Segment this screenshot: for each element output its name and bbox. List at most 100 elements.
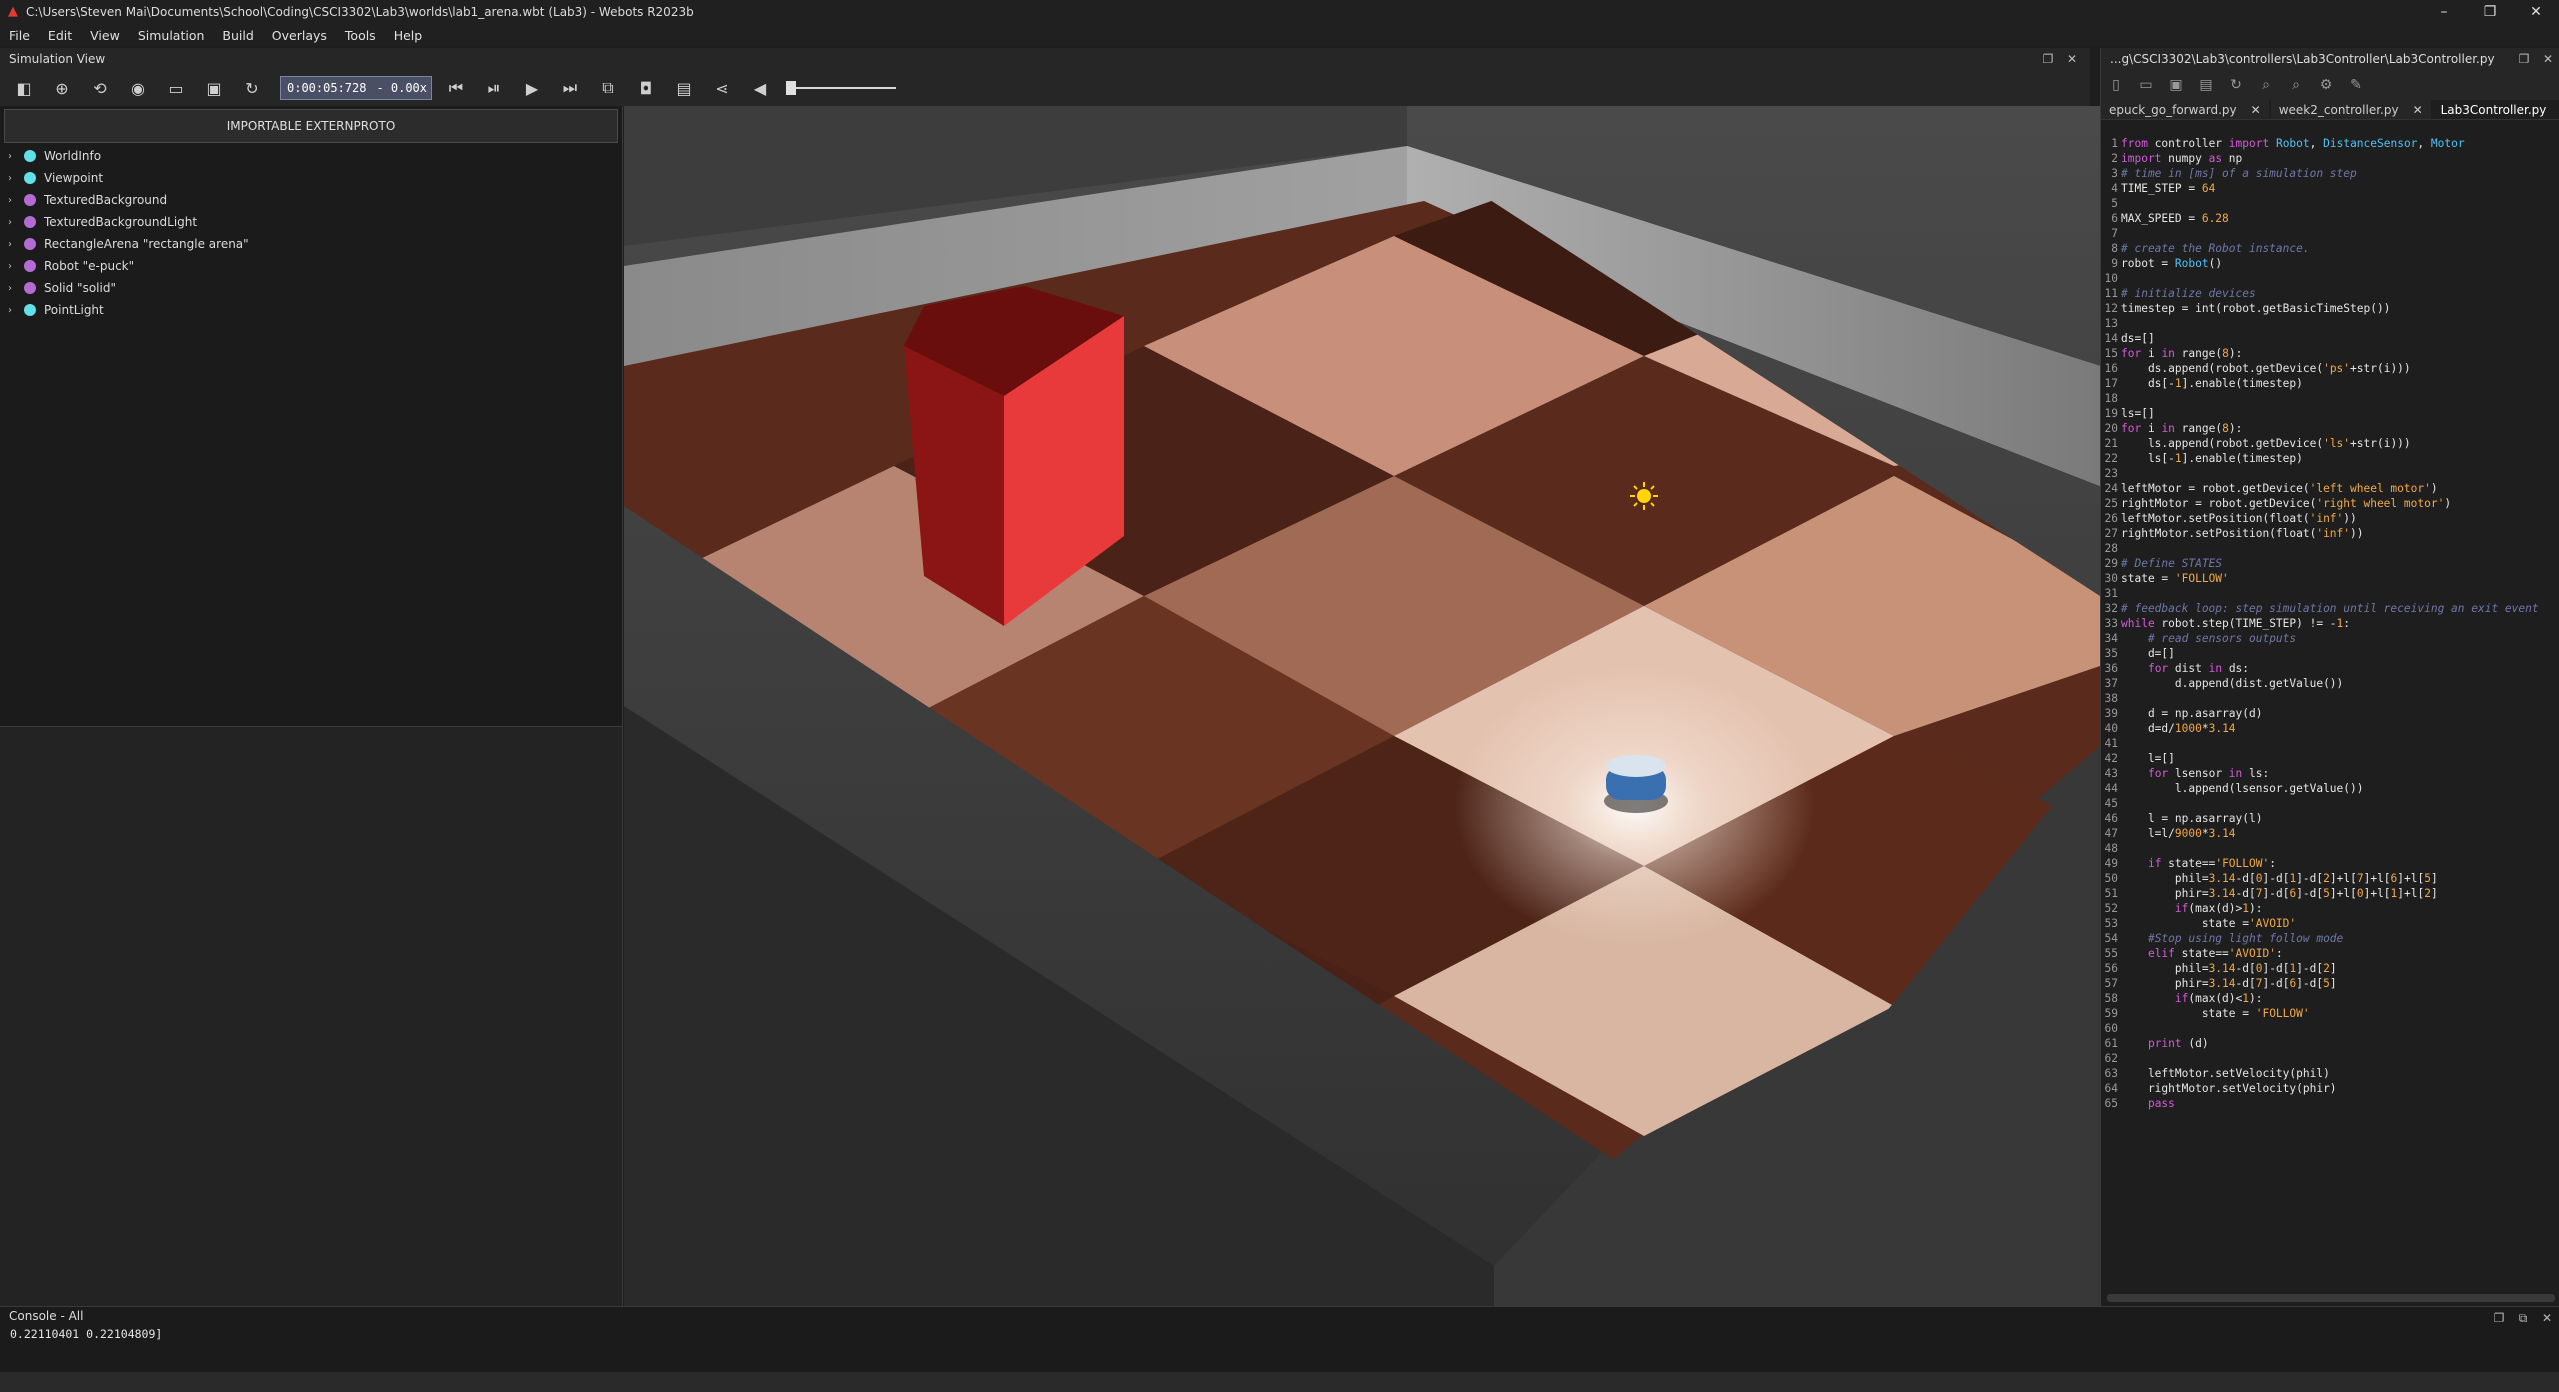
tree-node[interactable]: › TexturedBackground [0, 189, 622, 211]
expand-arrow-icon[interactable]: › [8, 173, 20, 184]
code-line[interactable]: 46 l = np.asarray(l) [2101, 811, 2559, 826]
expand-arrow-icon[interactable]: › [8, 151, 20, 162]
code-line[interactable]: 23 [2101, 466, 2559, 481]
code-line[interactable]: 14 ds=[] [2101, 331, 2559, 346]
rendering-toggle-icon[interactable]: ⧉ [594, 75, 622, 101]
sound-mute-icon[interactable]: ◀ [746, 75, 774, 101]
share-icon[interactable]: ⋖ [708, 75, 736, 101]
code-line[interactable]: 63 leftMotor.setVelocity(phil) [2101, 1066, 2559, 1081]
reset-simulation-icon[interactable]: ⏮ [442, 75, 470, 101]
volume-slider-handle[interactable] [786, 81, 796, 95]
point-light-icon[interactable] [1630, 482, 1658, 510]
step-icon[interactable]: ⏯ [480, 75, 508, 101]
close-panel-icon[interactable]: ✕ [2536, 52, 2559, 66]
code-area[interactable]: 1 from controller import Robot, DistanceS… [2101, 136, 2559, 1286]
menu-build[interactable]: Build [213, 28, 262, 43]
undock-icon[interactable]: ❐ [2487, 1311, 2511, 1325]
code-line[interactable]: 35 d=[] [2101, 646, 2559, 661]
code-line[interactable]: 13 [2101, 316, 2559, 331]
menu-simulation[interactable]: Simulation [129, 28, 214, 43]
code-line[interactable]: 27 rightMotor.setPosition(float('inf')) [2101, 526, 2559, 541]
code-line[interactable]: 60 [2101, 1021, 2559, 1036]
code-line[interactable]: 12 timestep = int(robot.getBasicTimeStep(… [2101, 301, 2559, 316]
code-line[interactable]: 15 for i in range(8): [2101, 346, 2559, 361]
code-line[interactable]: 16 ds.append(robot.getDevice('ps'+str(i)… [2101, 361, 2559, 376]
3d-viewport[interactable] [624, 106, 2100, 1306]
code-line[interactable]: 41 [2101, 736, 2559, 751]
code-line[interactable]: 4 TIME_STEP = 64 [2101, 181, 2559, 196]
code-line[interactable]: 26 leftMotor.setPosition(float('inf')) [2101, 511, 2559, 526]
menu-overlays[interactable]: Overlays [263, 28, 336, 43]
undock-icon[interactable]: ❐ [2512, 52, 2536, 66]
importable-externproto-button[interactable]: IMPORTABLE EXTERNPROTO [4, 109, 618, 143]
code-line[interactable]: 30 state = 'FOLLOW' [2101, 571, 2559, 586]
new-file-icon[interactable]: ▯ [2101, 77, 2131, 93]
build-icon[interactable]: ⚙ [2311, 77, 2341, 93]
save-file-icon[interactable]: ▣ [2161, 77, 2191, 93]
tree-node[interactable]: › Solid "solid" [0, 277, 622, 299]
code-line[interactable]: 45 [2101, 796, 2559, 811]
add-node-icon[interactable]: ⊕ [48, 75, 76, 101]
code-line[interactable]: 18 [2101, 391, 2559, 406]
clean-icon[interactable]: ✎ [2341, 77, 2371, 93]
open-world-icon[interactable]: ▭ [162, 75, 190, 101]
code-line[interactable]: 50 phil=3.14-d[0]-d[1]-d[2]+l[7]+l[6]+l[… [2101, 871, 2559, 886]
code-line[interactable]: 5 [2101, 196, 2559, 211]
tab-lab3-controller[interactable]: Lab3Controller.py✕ [2432, 100, 2559, 119]
e-puck-robot[interactable] [1604, 755, 1668, 813]
code-line[interactable]: 19 ls=[] [2101, 406, 2559, 421]
code-line[interactable]: 21 ls.append(robot.getDevice('ls'+str(i)… [2101, 436, 2559, 451]
replace-icon[interactable]: ⌕ [2281, 77, 2311, 93]
code-line[interactable]: 6 MAX_SPEED = 6.28 [2101, 211, 2559, 226]
code-line[interactable]: 28 [2101, 541, 2559, 556]
code-line[interactable]: 10 [2101, 271, 2559, 286]
code-line[interactable]: 8 # create the Robot instance. [2101, 241, 2559, 256]
code-line[interactable]: 17 ds[-1].enable(timestep) [2101, 376, 2559, 391]
code-line[interactable]: 3 # time in [ms] of a simulation step [2101, 166, 2559, 181]
fast-forward-icon[interactable]: ⏭ [556, 75, 584, 101]
code-line[interactable]: 9 robot = Robot() [2101, 256, 2559, 271]
save-as-icon[interactable]: ▤ [2191, 77, 2221, 93]
record-movie-icon[interactable]: ▤ [670, 75, 698, 101]
tree-node[interactable]: › Viewpoint [0, 167, 622, 189]
expand-arrow-icon[interactable]: › [8, 239, 20, 250]
menu-help[interactable]: Help [385, 28, 432, 43]
code-line[interactable]: 25 rightMotor = robot.getDevice('right wh… [2101, 496, 2559, 511]
screenshot-camera-icon[interactable]: ◘ [632, 75, 660, 101]
minimize-button[interactable]: – [2421, 0, 2467, 24]
tree-node[interactable]: › RectangleArena "rectangle arena" [0, 233, 622, 255]
code-line[interactable]: 43 for lsensor in ls: [2101, 766, 2559, 781]
code-line[interactable]: 62 [2101, 1051, 2559, 1066]
code-line[interactable]: 2 import numpy as np [2101, 151, 2559, 166]
menu-view[interactable]: View [81, 28, 129, 43]
code-line[interactable]: 32 # feedback loop: step simulation until… [2101, 601, 2559, 616]
code-line[interactable]: 61 print (d) [2101, 1036, 2559, 1051]
code-line[interactable]: 20 for i in range(8): [2101, 421, 2559, 436]
close-button[interactable]: ✕ [2513, 0, 2559, 24]
code-line[interactable]: 7 [2101, 226, 2559, 241]
code-line[interactable]: 59 state = 'FOLLOW' [2101, 1006, 2559, 1021]
code-line[interactable]: 33 while robot.step(TIME_STEP) != -1: [2101, 616, 2559, 631]
code-line[interactable]: 37 d.append(dist.getValue()) [2101, 676, 2559, 691]
code-line[interactable]: 29 # Define STATES [2101, 556, 2559, 571]
tree-node[interactable]: › WorldInfo [0, 145, 622, 167]
expand-arrow-icon[interactable]: › [8, 283, 20, 294]
code-line[interactable]: 11 # initialize devices [2101, 286, 2559, 301]
reset-viewpoint-icon[interactable]: ⟲ [86, 75, 114, 101]
code-line[interactable]: 56 phil=3.14-d[0]-d[1]-d[2] [2101, 961, 2559, 976]
menu-edit[interactable]: Edit [39, 28, 81, 43]
revert-icon[interactable]: ↻ [2221, 77, 2251, 93]
code-line[interactable]: 36 for dist in ds: [2101, 661, 2559, 676]
code-line[interactable]: 34 # read sensors outputs [2101, 631, 2559, 646]
code-line[interactable]: 39 d = np.asarray(d) [2101, 706, 2559, 721]
code-line[interactable]: 64 rightMotor.setVelocity(phir) [2101, 1081, 2559, 1096]
toggle-scene-tree-icon[interactable]: ◧ [10, 75, 38, 101]
code-line[interactable]: 48 [2101, 841, 2559, 856]
tab-epuck-go-forward[interactable]: epuck_go_forward.py ✕ [2101, 100, 2269, 119]
close-panel-icon[interactable]: ✕ [2060, 52, 2084, 66]
menu-file[interactable]: File [0, 28, 39, 43]
horizontal-scrollbar[interactable] [2107, 1294, 2555, 1302]
code-line[interactable]: 49 if state=='FOLLOW': [2101, 856, 2559, 871]
code-line[interactable]: 24 leftMotor = robot.getDevice('left whee… [2101, 481, 2559, 496]
reload-world-icon[interactable]: ↻ [238, 75, 266, 101]
